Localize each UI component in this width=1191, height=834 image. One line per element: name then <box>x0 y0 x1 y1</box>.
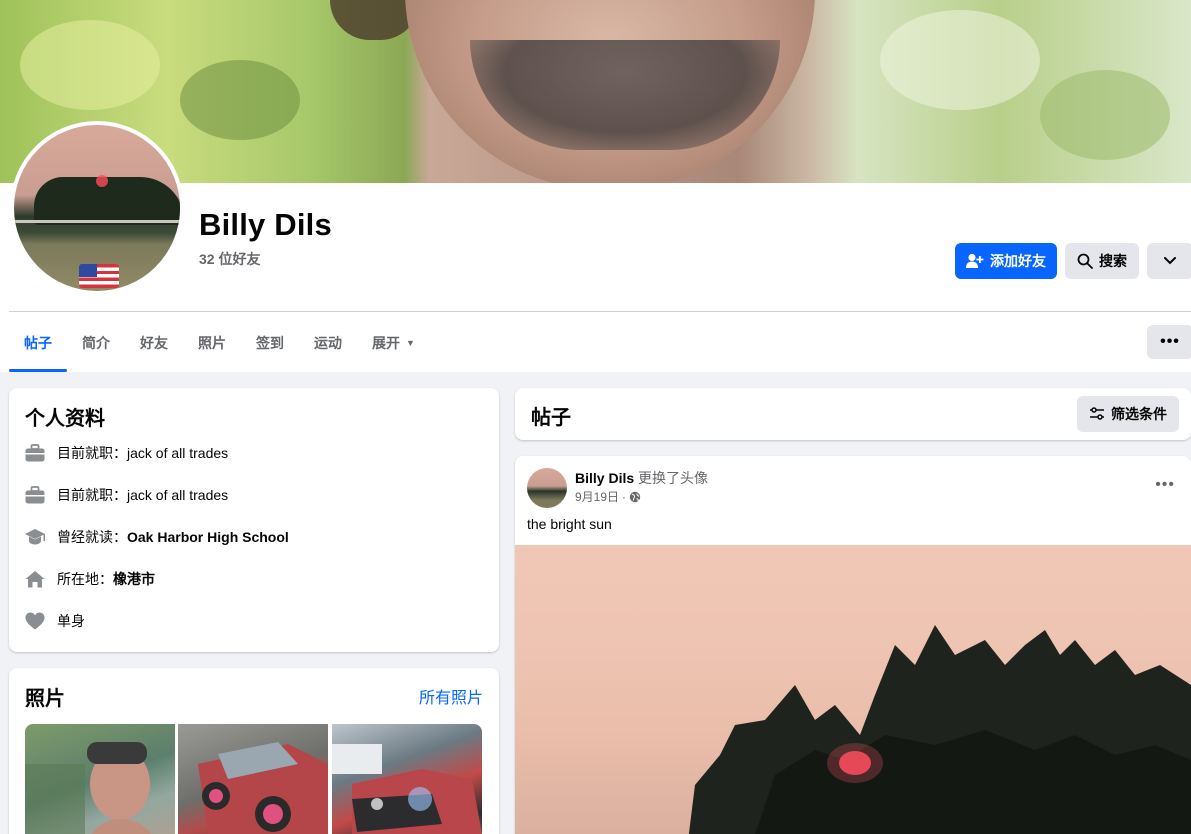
post-photo[interactable] <box>515 545 1191 834</box>
add-friend-button[interactable]: 添加好友 <box>955 243 1057 279</box>
friends-count[interactable]: 32 位好友 <box>199 249 260 269</box>
intro-item-prefix: 曾经就读： <box>57 529 127 545</box>
filter-label: 筛选条件 <box>1111 406 1167 422</box>
posts-title: 帖子 <box>531 407 571 429</box>
profile-avatar[interactable] <box>10 121 184 295</box>
post-author-name[interactable]: Billy Dils <box>575 470 634 486</box>
tab-about[interactable]: 简介 <box>67 313 125 372</box>
caret-down-icon: ▼ <box>406 337 415 348</box>
intro-item-value: 单身 <box>57 613 85 629</box>
intro-item-value[interactable]: jack of all trades <box>127 487 228 503</box>
tab-label: 帖子 <box>24 334 52 351</box>
photos-card: 照片 所有照片 <box>9 668 499 834</box>
intro-item-relationship: 单身 <box>23 609 85 633</box>
intro-item-value[interactable]: jack of all trades <box>127 445 228 461</box>
chevron-down-icon <box>1164 257 1176 265</box>
tab-checkins[interactable]: 签到 <box>241 313 299 372</box>
posts-header-card: 帖子 筛选条件 <box>515 388 1191 440</box>
profile-menu-button[interactable]: ••• <box>1147 325 1191 359</box>
globe-icon <box>629 491 641 502</box>
intro-item-work: 目前就职： jack of all trades <box>23 483 228 507</box>
avatar-fence <box>14 220 180 223</box>
photos-title: 照片 <box>25 688 65 710</box>
search-label: 搜索 <box>1099 253 1127 269</box>
search-button[interactable]: 搜索 <box>1065 243 1139 279</box>
avatar-sun <box>96 175 108 187</box>
intro-item-education: 曾经就读： Oak Harbor High School <box>23 525 289 549</box>
home-icon <box>23 568 47 590</box>
post-meta: 9月19日 · <box>575 488 641 505</box>
photo-thumbnail[interactable] <box>25 724 175 834</box>
intro-title: 个人资料 <box>25 408 105 430</box>
intro-item-prefix: 所在地： <box>57 571 113 587</box>
tab-label: 简介 <box>82 334 110 351</box>
filter-sliders-icon <box>1090 407 1104 420</box>
filter-button[interactable]: 筛选条件 <box>1077 396 1179 432</box>
tab-label: 好友 <box>140 334 168 351</box>
intro-item-work: 目前就职： jack of all trades <box>23 441 228 465</box>
intro-card: 个人资料 目前就职： jack of all trades 目前就职： jack o… <box>9 388 499 652</box>
briefcase-icon <box>23 484 47 506</box>
add-friend-label: 添加好友 <box>990 253 1046 269</box>
us-flag-icon <box>78 263 120 289</box>
all-photos-link[interactable]: 所有照片 <box>419 684 483 708</box>
cover-photo[interactable] <box>0 0 1191 183</box>
tab-label: 签到 <box>256 334 284 351</box>
post-text: the bright sun <box>527 516 612 532</box>
intro-item-value[interactable]: 橡港市 <box>113 569 155 589</box>
tab-friends[interactable]: 好友 <box>125 313 183 372</box>
post-meta-separator: · <box>622 489 627 504</box>
heart-icon <box>23 610 47 632</box>
post-date[interactable]: 9月19日 <box>575 488 619 505</box>
more-options-button[interactable] <box>1147 243 1191 279</box>
post-action: 更换了头像 <box>638 470 709 486</box>
photo-thumbnail[interactable] <box>178 724 328 834</box>
ellipsis-icon: ••• <box>1160 333 1180 350</box>
post-card: Billy Dils 更换了头像 9月19日 · ••• the bright … <box>515 456 1191 834</box>
intro-item-value[interactable]: Oak Harbor High School <box>127 529 289 545</box>
intro-item-prefix: 目前就职： <box>57 445 127 461</box>
header-divider <box>9 311 1191 312</box>
tab-label: 运动 <box>314 334 342 351</box>
tab-photos[interactable]: 照片 <box>183 313 241 372</box>
intro-item-prefix: 目前就职： <box>57 487 127 503</box>
photo-thumbnail[interactable] <box>332 724 482 834</box>
avatar-trees <box>34 177 180 225</box>
tab-posts[interactable]: 帖子 <box>9 313 67 372</box>
tab-more[interactable]: 展开 ▼ <box>357 313 430 372</box>
add-user-icon <box>966 253 984 268</box>
profile-name: Billy Dils <box>199 207 332 242</box>
post-author-avatar[interactable] <box>527 468 567 508</box>
search-icon <box>1077 253 1093 269</box>
post-author-line: Billy Dils 更换了头像 <box>575 468 708 488</box>
tab-label: 展开 <box>372 334 400 351</box>
briefcase-icon <box>23 442 47 464</box>
profile-tabs: 帖子 简介 好友 照片 签到 运动 展开 ▼ <box>9 313 430 372</box>
post-options-button[interactable]: ••• <box>1155 476 1175 494</box>
tab-label: 照片 <box>198 334 226 351</box>
graduation-cap-icon <box>23 526 47 548</box>
intro-item-location: 所在地： 橡港市 <box>23 567 155 591</box>
tab-sports[interactable]: 运动 <box>299 313 357 372</box>
